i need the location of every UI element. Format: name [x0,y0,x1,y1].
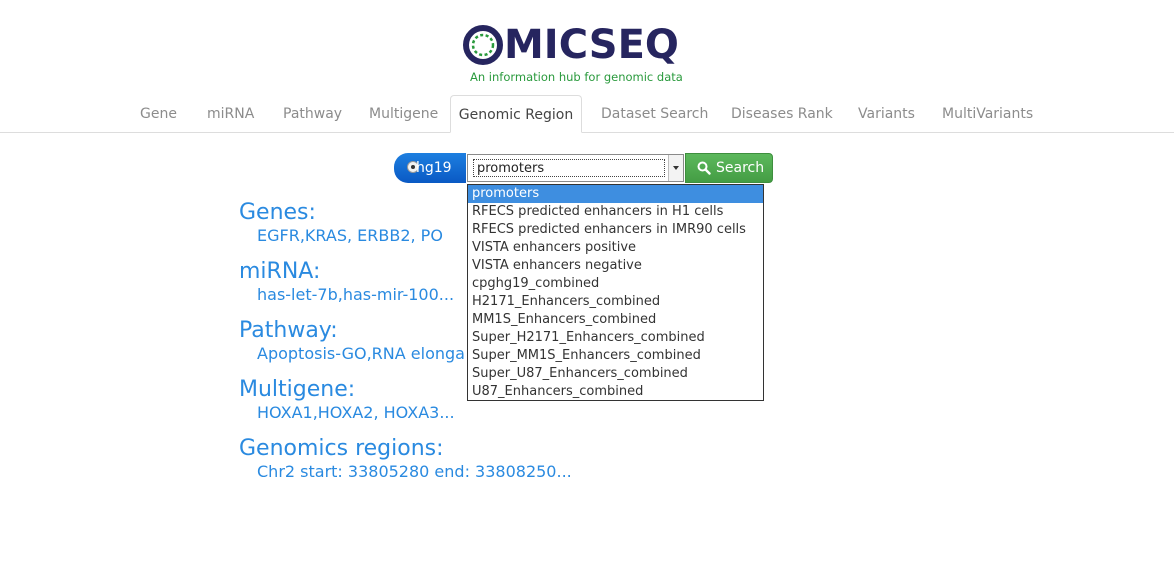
logo-tagline: An information hub for genomic data [470,70,683,84]
omicseq-logo[interactable]: MICSEQ An information hub for genomic da… [462,22,712,86]
logo-wordmark: MICSEQ [504,22,679,68]
dropdown-option[interactable]: Super_MM1S_Enhancers_combined [468,347,763,365]
tab-mirna[interactable]: miRNA [207,95,254,131]
region-select[interactable]: promoters [467,154,684,182]
example-heading-multigene: Multigene: [239,377,356,402]
example-heading-genes: Genes: [239,200,316,225]
dropdown-option[interactable]: U87_Enhancers_combined [468,383,763,401]
tab-multivariants[interactable]: MultiVariants [942,95,1033,131]
magnifier-icon [697,161,711,175]
chevron-down-icon[interactable] [668,155,683,181]
example-link-genomics-regions[interactable]: Chr2 start: 33805280 end: 33808250... [257,462,572,482]
dropdown-option[interactable]: RFECS predicted enhancers in IMR90 cells [468,221,763,239]
search-button[interactable]: Search [685,153,773,183]
dropdown-option-promoters[interactable]: promoters [468,185,763,203]
tab-gene[interactable]: Gene [140,95,177,131]
tab-genomic-region[interactable]: Genomic Region [450,95,582,133]
example-link-genes[interactable]: EGFR,KRAS, ERBB2, PO [257,226,443,246]
search-button-label: Search [716,160,765,176]
dropdown-option[interactable]: cpghg19_combined [468,275,763,293]
dropdown-option[interactable]: VISTA enhancers negative [468,257,763,275]
logo-o-icon [463,25,503,65]
example-link-pathway[interactable]: Apoptosis-GO,RNA elonga [257,344,465,364]
main-tab-bar: Gene miRNA Pathway Multigene Genomic Reg… [0,95,1174,133]
region-dropdown-list: promoters RFECS predicted enhancers in H… [467,184,764,401]
dropdown-option[interactable]: VISTA enhancers positive [468,239,763,257]
example-heading-mirna: miRNA: [239,259,321,284]
example-link-multigene[interactable]: HOXA1,HOXA2, HOXA3... [257,403,455,423]
genome-selector[interactable]: hg19 [394,153,466,183]
dropdown-option[interactable]: RFECS predicted enhancers in H1 cells [468,203,763,221]
example-heading-genomics-regions: Genomics regions: [239,436,444,461]
tab-variants[interactable]: Variants [858,95,915,131]
tab-dataset-search[interactable]: Dataset Search [601,95,708,131]
tab-pathway[interactable]: Pathway [283,95,342,131]
dropdown-option[interactable]: H2171_Enhancers_combined [468,293,763,311]
region-select-value: promoters [473,159,665,177]
example-heading-pathway: Pathway: [239,318,338,343]
genome-label: hg19 [416,160,452,176]
tab-multigene[interactable]: Multigene [369,95,438,131]
example-link-mirna[interactable]: has-let-7b,has-mir-100... [257,285,454,305]
dropdown-option[interactable]: MM1S_Enhancers_combined [468,311,763,329]
dropdown-option[interactable]: Super_U87_Enhancers_combined [468,365,763,383]
dropdown-option[interactable]: Super_H2171_Enhancers_combined [468,329,763,347]
tab-diseases-rank[interactable]: Diseases Rank [731,95,833,131]
